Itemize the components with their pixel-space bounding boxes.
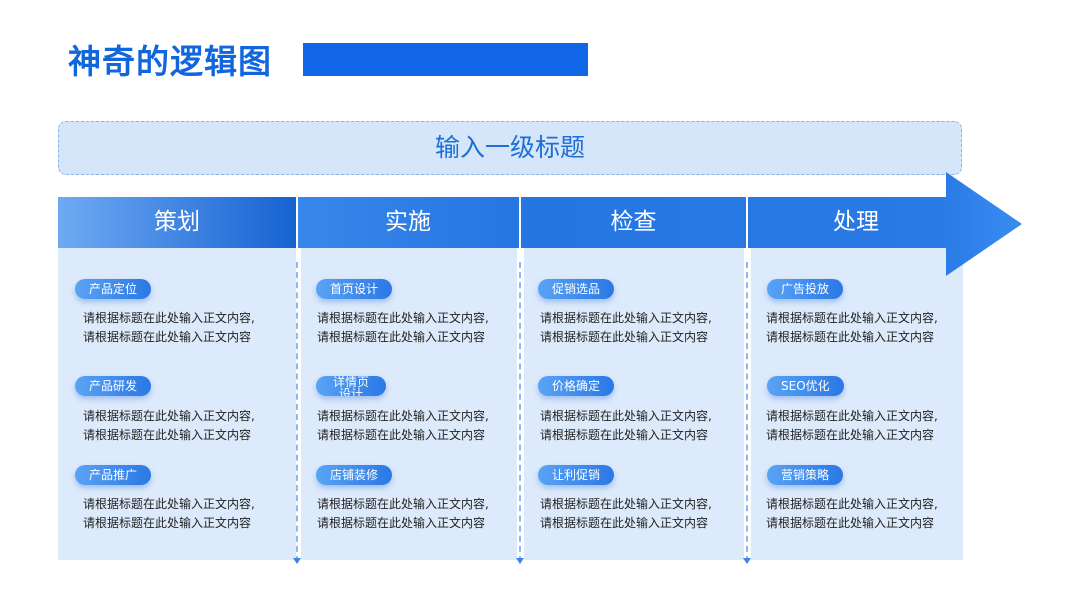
- body-line: 请根据标题在此处输入正文内容: [540, 330, 709, 344]
- header-label-3: 检查: [610, 209, 657, 235]
- body-line: 请根据标题在此处输入正文内容,: [540, 409, 712, 423]
- tag-pill[interactable]: 首页设计: [316, 279, 393, 299]
- body-line: 请根据标题在此处输入正文内容,: [83, 409, 255, 423]
- header-cell-3[interactable]: 检查: [521, 197, 746, 248]
- tag-pill[interactable]: 促销选品: [538, 279, 615, 299]
- body-line: 请根据标题在此处输入正文内容,: [766, 497, 938, 511]
- header-separator: [746, 197, 748, 248]
- body-line: 请根据标题在此处输入正文内容: [317, 428, 486, 442]
- body-line: 请根据标题在此处输入正文内容: [83, 330, 252, 344]
- body-line: 请根据标题在此处输入正文内容: [540, 516, 709, 530]
- body-line: 请根据标题在此处输入正文内容: [83, 516, 252, 530]
- tag-pill[interactable]: SEO优化: [767, 376, 844, 396]
- tag-pill[interactable]: 广告投放: [767, 279, 844, 299]
- body-line: 请根据标题在此处输入正文内容,: [766, 409, 938, 423]
- header-separator: [519, 197, 521, 248]
- body-line: 请根据标题在此处输入正文内容: [766, 516, 935, 530]
- header-cell-1[interactable]: 策划: [58, 197, 296, 248]
- banner-heading[interactable]: 输入一级标题: [58, 121, 962, 175]
- body-line: 请根据标题在此处输入正文内容,: [766, 311, 938, 325]
- tag-pill[interactable]: 让利促销: [538, 465, 615, 485]
- body-line: 请根据标题在此处输入正文内容: [766, 330, 935, 344]
- body-line: 请根据标题在此处输入正文内容,: [317, 311, 489, 325]
- body-line: 请根据标题在此处输入正文内容: [83, 428, 252, 442]
- header-label-4: 处理: [833, 209, 879, 235]
- body-line: 请根据标题在此处输入正文内容: [317, 516, 486, 530]
- column-divider: [746, 262, 748, 562]
- body-line: 请根据标题在此处输入正文内容: [766, 428, 935, 442]
- body-line: 请根据标题在此处输入正文内容,: [83, 497, 255, 511]
- tag-pill[interactable]: 店铺装修: [316, 465, 393, 485]
- title-accent-bar: [303, 43, 588, 76]
- column-divider: [519, 262, 521, 562]
- tag-pill[interactable]: 营销策略: [767, 465, 844, 485]
- tag-pill[interactable]: 价格确定: [538, 376, 615, 396]
- body-line: 请根据标题在此处输入正文内容,: [83, 311, 255, 325]
- body-line: 请根据标题在此处输入正文内容: [317, 330, 486, 344]
- body-line: 请根据标题在此处输入正文内容,: [540, 497, 712, 511]
- divider-arrow-icon: [516, 558, 524, 564]
- header-separator: [296, 197, 298, 248]
- tag-pill[interactable]: 产品推广: [75, 465, 152, 485]
- header-label-1: 策划: [154, 209, 200, 235]
- tag-pill[interactable]: 产品研发: [75, 376, 152, 396]
- body-line: 请根据标题在此处输入正文内容,: [317, 409, 489, 423]
- header-cell-4[interactable]: 处理: [748, 197, 964, 248]
- page-title: 神奇的逻辑图: [68, 42, 272, 81]
- tag-pill[interactable]: 详情页设计: [316, 376, 386, 396]
- header-cell-2[interactable]: 实施: [298, 197, 518, 248]
- body-line: 请根据标题在此处输入正文内容,: [317, 497, 489, 511]
- column-divider: [296, 262, 298, 562]
- tag-pill[interactable]: 产品定位: [75, 279, 152, 299]
- divider-arrow-icon: [743, 558, 751, 564]
- body-line: 请根据标题在此处输入正文内容: [540, 428, 709, 442]
- header-label-2: 实施: [385, 209, 431, 235]
- divider-arrow-icon: [293, 558, 301, 564]
- body-line: 请根据标题在此处输入正文内容,: [540, 311, 712, 325]
